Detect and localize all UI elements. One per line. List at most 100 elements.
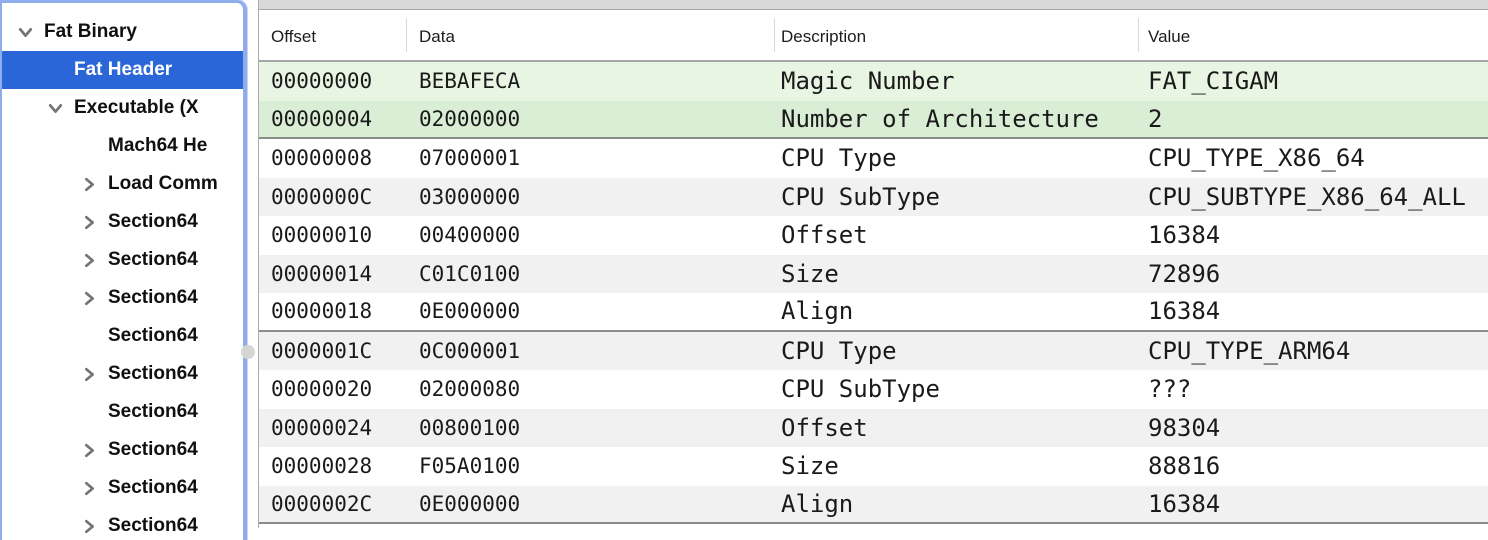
cell-description: Offset <box>781 414 868 442</box>
cell-description: CPU Type <box>781 337 897 365</box>
tree-item-section64-7[interactable]: Section64 <box>2 279 243 317</box>
tree-item-label: Section64 <box>108 325 198 347</box>
tree-item-section64-5[interactable]: Section64 <box>2 203 243 241</box>
cell-value: FAT_CIGAM <box>1148 67 1278 95</box>
chevron-down-icon[interactable] <box>14 24 44 40</box>
table-row-0000002C[interactable]: 0000002C0E000000Align16384 <box>259 486 1488 525</box>
chevron-right-icon[interactable] <box>78 290 108 306</box>
tree-item-label: Executable (X <box>74 97 199 119</box>
cell-offset: 00000008 <box>271 146 372 170</box>
chevron-right-icon[interactable] <box>78 518 108 534</box>
tree-item-label: Fat Binary <box>44 21 137 43</box>
cell-offset: 0000001C <box>271 339 372 363</box>
cell-data: 00400000 <box>419 223 520 247</box>
tree-item-section64-12[interactable]: Section64 <box>2 469 243 507</box>
cell-description: Align <box>781 297 853 325</box>
cell-offset: 00000028 <box>271 454 372 478</box>
tree-item-label: Mach64 He <box>108 135 207 157</box>
cell-data: 02000080 <box>419 377 520 401</box>
tree-item-label: Section64 <box>108 249 198 271</box>
column-header-offset[interactable]: Offset <box>271 27 316 47</box>
tree-item-label: Section64 <box>108 287 198 309</box>
cell-value: 72896 <box>1148 260 1220 288</box>
table-header: Offset Data Description Value <box>259 10 1488 62</box>
tree-item-section64-6[interactable]: Section64 <box>2 241 243 279</box>
cell-description: Size <box>781 452 839 480</box>
cell-description: Number of Architecture <box>781 105 1099 133</box>
cell-data: 07000001 <box>419 146 520 170</box>
cell-offset: 00000004 <box>271 107 372 131</box>
tree-item-label: Section64 <box>108 401 198 423</box>
column-divider <box>1138 18 1139 52</box>
cell-value: 98304 <box>1148 414 1220 442</box>
table-body: 00000000BEBAFECAMagic NumberFAT_CIGAM000… <box>259 62 1488 524</box>
tree-item-executable-x-2[interactable]: Executable (X <box>2 89 243 127</box>
table-row-0000000C[interactable]: 0000000C03000000CPU SubTypeCPU_SUBTYPE_X… <box>259 178 1488 217</box>
tree-item-load-comm-4[interactable]: Load Comm <box>2 165 243 203</box>
tree-item-section64-13[interactable]: Section64 <box>2 507 243 540</box>
chevron-right-icon[interactable] <box>78 252 108 268</box>
cell-description: Size <box>781 260 839 288</box>
tree-item-label: Section64 <box>108 477 198 499</box>
cell-description: CPU SubType <box>781 375 940 403</box>
cell-offset: 0000000C <box>271 185 372 209</box>
cell-data: F05A0100 <box>419 454 520 478</box>
table-row-00000004[interactable]: 00000004 02000000 Number of Architecture 2 <box>259 101 1488 140</box>
cell-value: 16384 <box>1148 221 1220 249</box>
column-header-data[interactable]: Data <box>419 27 455 47</box>
table-row-00000020[interactable]: 00000020 02000080 CPU SubType??? <box>259 370 1488 409</box>
cell-offset: 00000000 <box>271 69 372 93</box>
column-divider <box>406 18 407 52</box>
table-row-0000001C[interactable]: 0000001C 0C000001 CPU Type CPU_TYPE_ARM64 <box>259 332 1488 371</box>
cell-offset: 0000002C <box>271 492 372 516</box>
cell-offset: 00000014 <box>271 262 372 286</box>
tree-item-label: Section64 <box>108 515 198 537</box>
chevron-right-icon[interactable] <box>78 176 108 192</box>
table-row-00000008[interactable]: 00000008 07000001 CPU Type CPU_TYPE_X86_64 <box>259 139 1488 178</box>
binary-structure-tree: Fat Binary Fat Header Executable (X Mach64 … <box>2 3 243 540</box>
column-header-value[interactable]: Value <box>1148 27 1190 47</box>
cell-description: Magic Number <box>781 67 954 95</box>
chevron-right-icon[interactable] <box>78 442 108 458</box>
cell-value: CPU_TYPE_ARM64 <box>1148 337 1350 365</box>
pane-splitter-handle[interactable] <box>241 345 255 359</box>
tree-item-section64-9[interactable]: Section64 <box>2 355 243 393</box>
chevron-right-icon[interactable] <box>78 366 108 382</box>
tree-item-mach64-he-3[interactable]: Mach64 He <box>2 127 243 165</box>
table-row-00000028[interactable]: 00000028 F05A0100 Size 88816 <box>259 447 1488 486</box>
cell-data: 0E000000 <box>419 299 520 323</box>
cell-data: 02000000 <box>419 107 520 131</box>
cell-value: CPU_SUBTYPE_X86_64_ALL <box>1148 183 1466 211</box>
table-row-00000024[interactable]: 0000002400800100Offset98304 <box>259 409 1488 448</box>
cell-data: C01C0100 <box>419 262 520 286</box>
table-row-00000018[interactable]: 000000180E000000Align16384 <box>259 293 1488 332</box>
tree-item-section64-8[interactable]: Section64 <box>2 317 243 355</box>
tree-item-label: Section64 <box>108 211 198 233</box>
chevron-down-icon[interactable] <box>44 100 74 116</box>
cell-value: ??? <box>1148 375 1191 403</box>
cell-value: 16384 <box>1148 490 1220 518</box>
sidebar-tree-pane: Fat Binary Fat Header Executable (X Mach64 … <box>0 0 247 540</box>
cell-description: CPU Type <box>781 144 897 172</box>
cell-offset: 00000010 <box>271 223 372 247</box>
tree-item-label: Load Comm <box>108 173 218 195</box>
cell-data: 0C000001 <box>419 339 520 363</box>
tree-item-section64-11[interactable]: Section64 <box>2 431 243 469</box>
cell-value: 16384 <box>1148 297 1220 325</box>
tree-item-fat-binary-0[interactable]: Fat Binary <box>2 13 243 51</box>
cell-offset: 00000020 <box>271 377 372 401</box>
table-top-strip <box>259 0 1488 10</box>
tree-item-label: Section64 <box>108 363 198 385</box>
cell-data: BEBAFECA <box>419 69 520 93</box>
cell-value: CPU_TYPE_X86_64 <box>1148 144 1365 172</box>
tree-item-fat-header-1[interactable]: Fat Header <box>2 51 243 89</box>
column-header-description[interactable]: Description <box>781 27 866 47</box>
chevron-right-icon[interactable] <box>78 480 108 496</box>
table-row-00000014[interactable]: 00000014 C01C0100 Size 72896 <box>259 255 1488 294</box>
table-row-00000010[interactable]: 0000001000400000Offset16384 <box>259 216 1488 255</box>
cell-value: 2 <box>1148 105 1162 133</box>
tree-item-section64-10[interactable]: Section64 <box>2 393 243 431</box>
table-row-00000000[interactable]: 00000000 BEBAFECA Magic Number FAT_CIGAM <box>259 62 1488 101</box>
chevron-right-icon[interactable] <box>78 214 108 230</box>
cell-value: 88816 <box>1148 452 1220 480</box>
